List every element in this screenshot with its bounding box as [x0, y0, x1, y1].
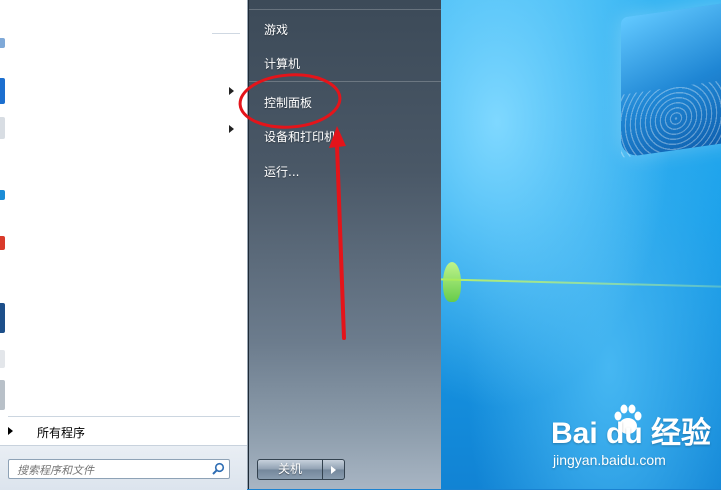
submenu-arrow-icon[interactable] — [229, 125, 234, 133]
windows-logo — [621, 2, 721, 158]
search-box[interactable] — [8, 459, 230, 479]
menu-item-control-panel[interactable]: 控制面板 — [264, 94, 312, 111]
menu-item-devices-printers[interactable]: 设备和打印机 — [264, 128, 336, 145]
shutdown-button[interactable]: 关机 — [257, 459, 323, 480]
wallpaper-stroke — [441, 278, 721, 288]
divider — [249, 81, 442, 82]
watermark-url: jingyan.baidu.com — [553, 452, 666, 468]
program-icons-edge — [0, 0, 6, 410]
shutdown-options-button[interactable] — [323, 459, 345, 480]
submenu-arrow-icon[interactable] — [229, 87, 234, 95]
divider — [212, 33, 240, 34]
chevron-right-icon — [331, 466, 336, 474]
start-menu-right-pane: 游戏 计算机 控制面板 设备和打印机 运行... 关机 — [248, 0, 442, 489]
desktop-wallpaper: Bai du 经验 jingyan.baidu.com — [441, 0, 721, 489]
menu-item-games[interactable]: 游戏 — [264, 21, 288, 38]
chevron-right-icon — [8, 427, 13, 435]
watermark-brand: Bai du 经验 — [551, 417, 712, 450]
search-area — [0, 445, 247, 490]
search-input[interactable] — [15, 461, 209, 479]
menu-item-computer[interactable]: 计算机 — [264, 55, 300, 72]
wallpaper-leaf — [443, 262, 461, 302]
start-menu-left-pane: 所有程序 — [0, 0, 248, 490]
search-icon[interactable] — [211, 462, 225, 476]
menu-item-run[interactable]: 运行... — [264, 163, 299, 180]
all-programs-label: 所有程序 — [37, 426, 86, 440]
divider — [8, 416, 240, 417]
shutdown-control: 关机 — [257, 459, 345, 480]
divider — [249, 9, 442, 10]
all-programs-button[interactable]: 所有程序 — [0, 422, 247, 442]
